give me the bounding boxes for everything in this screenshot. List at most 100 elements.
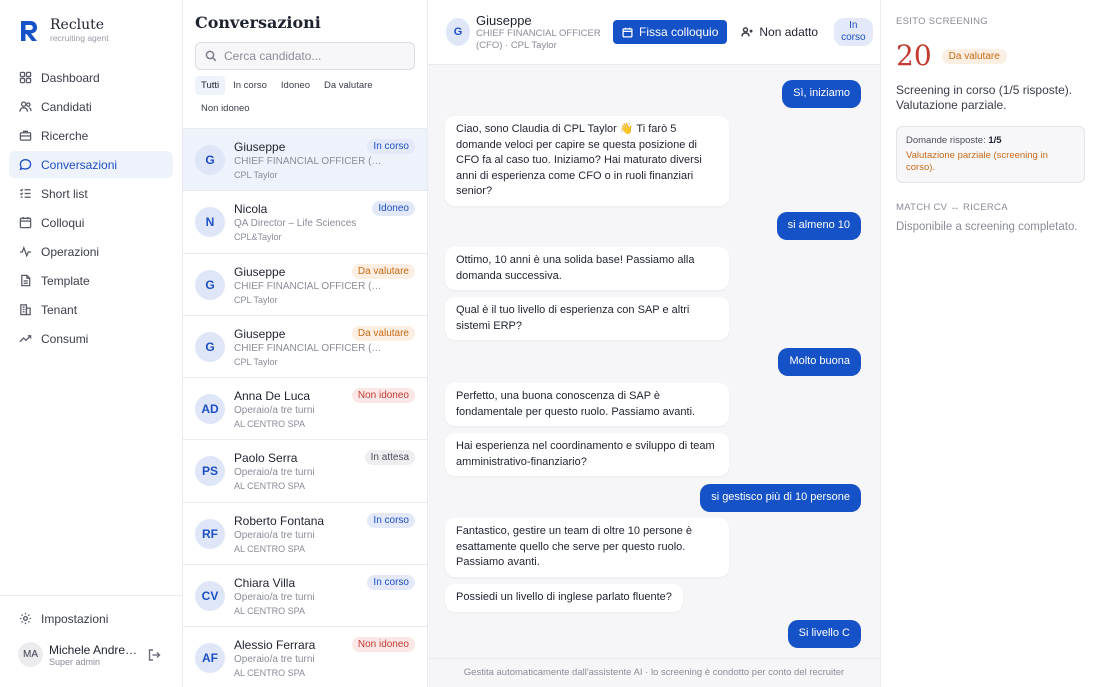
candidate-role: Operaio/a tre turni	[234, 654, 315, 666]
conversation-list-panel: Conversazioni Tutti In corso Idoneo Da v…	[183, 0, 428, 687]
schedule-interview-button[interactable]: Fissa colloquio	[613, 20, 728, 44]
candidate-role: CHIEF FINANCIAL OFFICER (CFO)	[234, 342, 384, 354]
trend-icon	[19, 335, 32, 343]
sidebar-item-colloqui[interactable]: Colloqui	[9, 209, 173, 236]
brand[interactable]: Reclute recruiting agent	[0, 0, 182, 46]
message-thread: Sì, iniziamo Ciao, sono Claudia di CPL T…	[428, 65, 880, 658]
list-item[interactable]: RF Roberto Fontana Operaio/a tre turni A…	[183, 503, 427, 566]
screening-result-panel: Esito screening 20 Da valutare Screening…	[881, 0, 1100, 687]
candidate-company: CPL Taylor	[234, 170, 278, 180]
candidate-company: AL CENTRO SPA	[234, 419, 306, 430]
status-badge: In attesa	[364, 450, 415, 466]
page-title: Conversazioni	[195, 13, 321, 32]
sidebar-item-label: Ricerche	[41, 128, 89, 143]
answers-count: Domande risposte: 1/5	[906, 135, 1075, 146]
search-input[interactable]	[224, 49, 404, 63]
sidebar-item-impostazioni[interactable]: Impostazioni	[9, 605, 173, 632]
logout-icon[interactable]	[147, 648, 161, 662]
filter-da-valutare[interactable]: Da valutare	[318, 76, 379, 95]
candidate-role: CHIEF FINANCIAL OFFICER (CFO)	[234, 280, 384, 292]
conversation-list: G Giuseppe CHIEF FINANCIAL OFFICER (CFO)…	[183, 128, 427, 687]
candidate-role: CHIEF FINANCIAL OFFICER (CFO)	[234, 156, 384, 167]
user-name: Michele Andrea...	[49, 642, 139, 657]
settings-label: Impostazioni	[41, 611, 109, 626]
sidebar-item-label: Short list	[41, 186, 88, 201]
calendar-icon	[622, 27, 633, 38]
sidebar-item-ricerche[interactable]: Ricerche	[9, 122, 173, 149]
chat-panel: G Giuseppe CHIEF FINANCIAL OFFICER (CFO)…	[428, 0, 881, 687]
status-filters: Tutti In corso Idoneo Da valutare Non id…	[183, 70, 413, 122]
reclute-logo-icon	[21, 20, 37, 41]
sidebar-item-template[interactable]: Template	[9, 267, 173, 294]
candidate-role: Operaio/a tre turni	[234, 405, 315, 417]
status-badge: In corso	[367, 575, 415, 591]
filter-non-idoneo[interactable]: Non idoneo	[195, 99, 256, 118]
brand-name: Reclute	[50, 16, 105, 33]
list-item[interactable]: G Giuseppe CHIEF FINANCIAL OFFICER (CFO)…	[183, 254, 427, 316]
candidate-role: QA Director – Life Sciences	[234, 218, 357, 230]
sidebar-item-consumi[interactable]: Consumi	[9, 325, 173, 352]
avatar: G	[195, 331, 225, 362]
avatar: G	[446, 18, 470, 46]
user-role: Super admin	[49, 656, 101, 667]
status-badge: Non idoneo	[351, 637, 415, 653]
users-icon	[19, 101, 32, 112]
checklist-icon	[19, 188, 31, 198]
agent-message: Qual è il tuo livello di esperienza con …	[445, 297, 729, 340]
document-icon	[21, 274, 31, 287]
grid-icon	[19, 71, 32, 84]
avatar: MA	[18, 642, 43, 667]
partial-evaluation-warning: Valutazione parziale (screening in corso…	[906, 150, 1048, 173]
chat-header: G Giuseppe CHIEF FINANCIAL OFFICER (CFO)…	[428, 0, 880, 65]
sidebar-item-label: Dashboard	[41, 70, 100, 85]
match-cv-description: Disponibile a screening completato.	[896, 221, 1078, 233]
answers-label: Domande risposte:	[906, 135, 986, 146]
sidebar-item-dashboard[interactable]: Dashboard	[9, 64, 173, 91]
not-suitable-label: Non adatto	[759, 25, 819, 39]
avatar: CV	[195, 581, 225, 612]
filter-idoneo[interactable]: Idoneo	[275, 76, 316, 95]
avatar: AD	[195, 394, 225, 425]
status-badge: Idoneo	[372, 201, 415, 217]
list-item[interactable]: AD Anna De Luca Operaio/a tre turni AL C…	[183, 378, 427, 441]
status-badge: In corso	[834, 18, 873, 46]
agent-message: Perfetto, una buona conoscenza di SAP è …	[445, 383, 729, 426]
list-item[interactable]: N Nicola QA Director – Life Sciences CPL…	[183, 191, 427, 254]
filter-tutti[interactable]: Tutti	[195, 76, 226, 95]
sidebar-item-label: Template	[41, 273, 90, 288]
sidebar-item-conversazioni[interactable]: Conversazioni	[9, 151, 173, 178]
list-item[interactable]: AF Alessio Ferrara Operaio/a tre turni A…	[183, 627, 427, 687]
schedule-interview-label: Fissa colloquio	[639, 25, 719, 39]
sidebar-item-tenant[interactable]: Tenant	[9, 296, 173, 323]
candidate-message: si almeno 10	[776, 212, 861, 240]
avatar: RF	[195, 518, 225, 549]
list-item[interactable]: G Giuseppe CHIEF FINANCIAL OFFICER (CFO)…	[183, 129, 427, 192]
candidate-company: CPL&Taylor	[234, 232, 282, 243]
sidebar-item-label: Conversazioni	[41, 157, 118, 172]
chat-icon	[19, 159, 32, 171]
sidebar-footer: Impostazioni MA Michele Andrea... Super …	[0, 595, 182, 687]
sidebar-item-candidati[interactable]: Candidati	[9, 93, 173, 120]
screening-score: 20	[896, 39, 932, 72]
list-item[interactable]: CV Chiara Villa Operaio/a tre turni AL C…	[183, 565, 427, 628]
sidebar-item-operazioni[interactable]: Operazioni	[9, 238, 173, 265]
user-profile[interactable]: MA Michele Andrea... Super admin	[0, 632, 182, 667]
brand-subtitle: recruiting agent	[50, 32, 109, 43]
chat-candidate-role: CHIEF FINANCIAL OFFICER (CFO) · CPL Tayl…	[476, 27, 601, 51]
search-icon	[205, 50, 217, 62]
app: Reclute recruiting agent Dashboard Candi…	[0, 0, 1100, 687]
score-row: 20 Da valutare	[896, 41, 1085, 71]
gear-icon	[19, 612, 32, 625]
list-item[interactable]: G Giuseppe CHIEF FINANCIAL OFFICER (CFO)…	[183, 316, 427, 379]
search-box[interactable]	[195, 42, 415, 70]
filter-in-corso[interactable]: In corso	[227, 76, 273, 95]
list-item[interactable]: PS Paolo Serra Operaio/a tre turni AL CE…	[183, 440, 427, 503]
chat-candidate-name: Giuseppe	[476, 12, 532, 28]
status-badge: Da valutare	[351, 325, 415, 341]
not-suitable-button[interactable]: Non adatto	[741, 25, 818, 39]
sidebar-item-short-list[interactable]: Short list	[9, 180, 173, 207]
candidate-message: Molto buona	[778, 348, 861, 376]
status-badge: In corso	[367, 512, 415, 528]
answers-value: 1/5	[988, 135, 1002, 146]
match-cv-label: Match CV ↔ Ricerca	[896, 202, 1008, 213]
